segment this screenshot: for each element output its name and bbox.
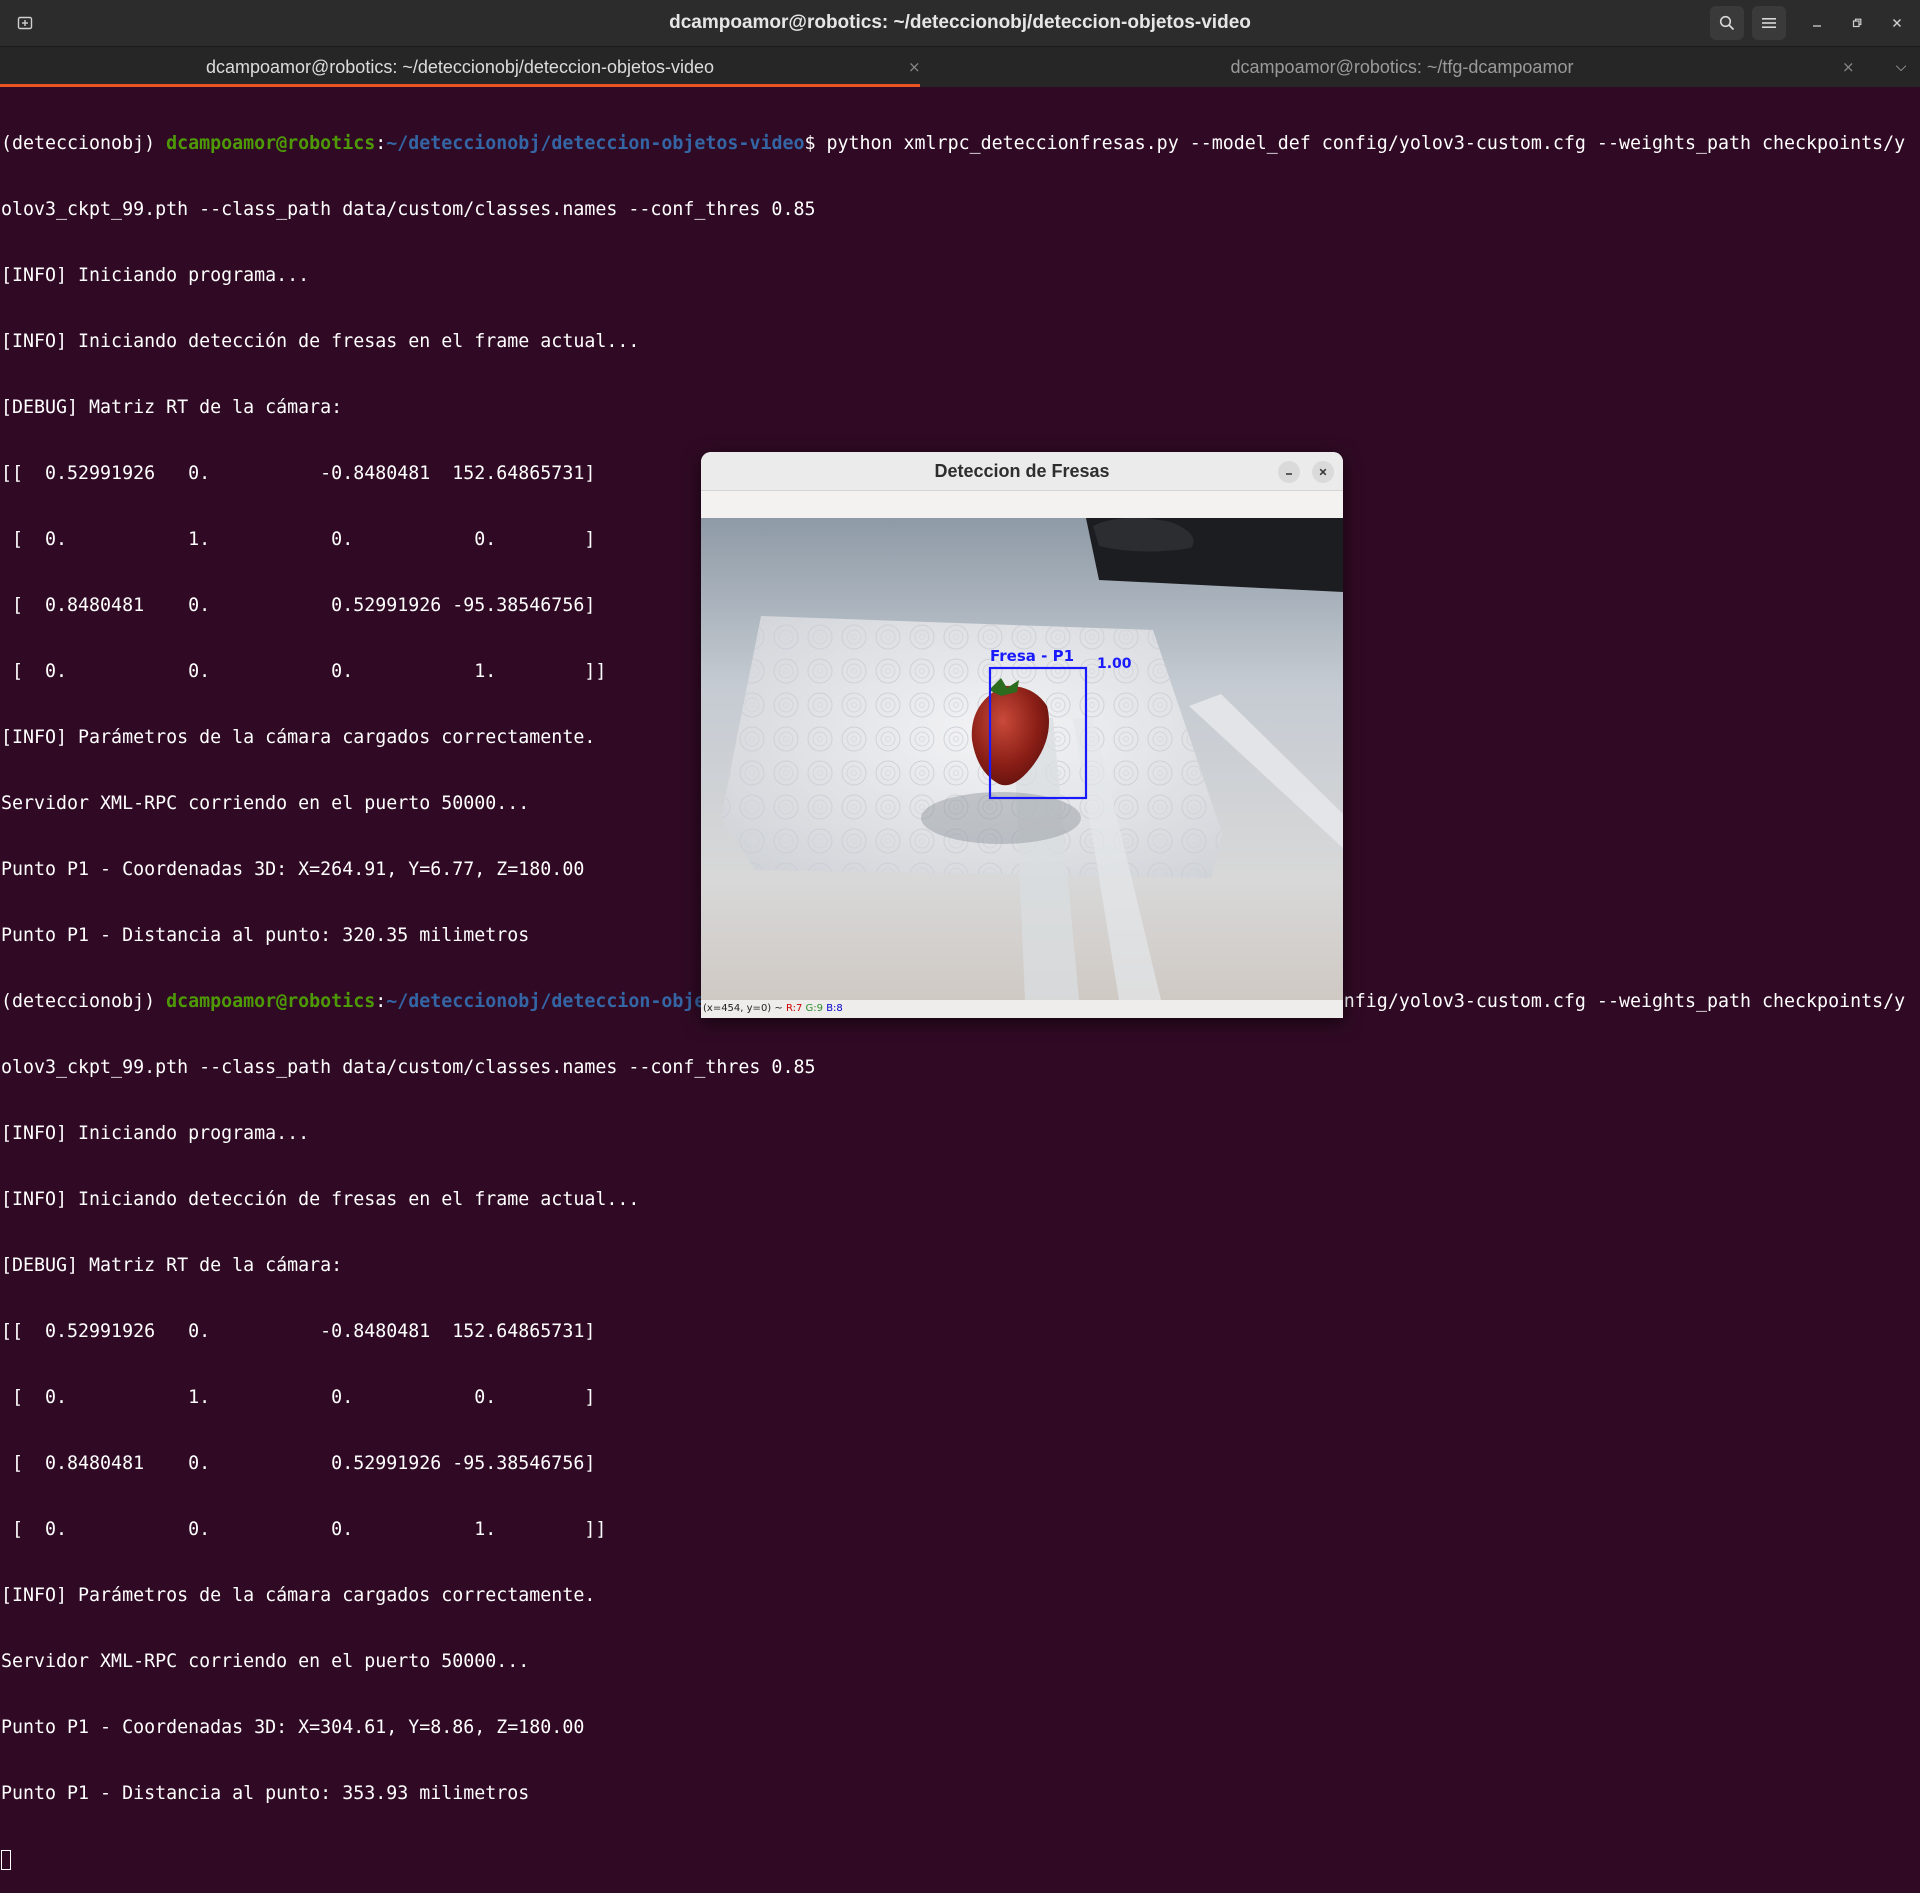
prompt-user: dcampoamor@robotics [166,133,376,154]
dialog-minimize-button[interactable] [1278,461,1300,483]
close-icon [1893,19,1901,27]
pixel-red-value: R:7 [785,1003,803,1014]
tab-bar: dcampoamor@robotics: ~/deteccionobj/dete… [0,47,1920,87]
output-line: Punto P1 - Distancia al punto: 353.93 mi… [1,1783,530,1804]
prompt-env: (deteccionobj) [1,991,167,1012]
search-icon [1719,15,1735,31]
tab-label: dcampoamor@robotics: ~/deteccionobj/dete… [205,57,715,77]
input-line[interactable] [1,1849,1916,1871]
detection-window-title: Deteccion de Fresas [934,461,1110,481]
output-line: [ 0.8480481 0. 0.52991926 -95.38546756] [1,1453,596,1474]
detection-window-titlebar[interactable]: Deteccion de Fresas [701,452,1343,491]
output-line: [INFO] Iniciando programa... [1,1123,310,1144]
output-line: Servidor XML-RPC corriendo en el puerto … [1,1651,530,1672]
detection-score: 1.00 [1097,656,1132,672]
output-line: [INFO] Parámetros de la cámara cargados … [1,1585,596,1606]
prompt-separator: : [375,133,387,154]
minimize-button[interactable] [1806,12,1828,34]
restore-icon [1852,18,1862,28]
output-line: [INFO] Iniciando programa... [1,265,310,286]
tab-deteccion-objetos-video[interactable]: dcampoamor@robotics: ~/deteccionobj/dete… [0,47,920,87]
prompt-dollar: $ [804,133,827,154]
dialog-close-button[interactable] [1312,461,1334,483]
output-line: [DEBUG] Matriz RT de la cámara: [1,1255,343,1276]
tab-label: dcampoamor@robotics: ~/tfg-dcampoamor [1230,57,1574,77]
output-line: [DEBUG] Matriz RT de la cámara: [1,397,343,418]
tab-list-dropdown[interactable]: ⌵ [1886,47,1916,87]
output-line: [ 0. 1. 0. 0. ] [1,1387,596,1408]
prompt-env: (deteccionobj) [1,133,167,154]
close-window-button[interactable] [1886,12,1908,34]
detection-window[interactable]: Deteccion de Fresas Fresa - P1 1.00 (x=4… [701,452,1343,1018]
pixel-info-statusbar: (x=454, y=0) ~ R:7 G:9 B:8 [701,1000,1343,1018]
prompt-separator: : [375,991,387,1012]
command-text: python xmlrpc_deteccionfresas.py --model… [826,133,1906,154]
strawberry-shadow [921,792,1081,844]
output-line: [ 0. 0. 0. 1. ]] [1,1519,607,1540]
tab-tfg-dcampoamor[interactable]: dcampoamor@robotics: ~/tfg-dcampoamor [922,47,1882,87]
detection-label: Fresa - P1 [990,647,1074,665]
menu-button[interactable] [1752,6,1786,40]
pixel-green-value: G:9 [805,1003,823,1014]
output-line: [INFO] Iniciando detección de fresas en … [1,1189,640,1210]
tab-close-button[interactable]: × [908,47,921,87]
minimize-icon [1813,25,1821,27]
output-line: [[ 0.52991926 0. -0.8480481 152.64865731… [1,1321,596,1342]
hamburger-menu-icon [1762,18,1776,28]
tab-close-button[interactable]: × [1842,47,1855,87]
detection-window-toolbar [701,491,1343,518]
output-line: [INFO] Iniciando detección de fresas en … [1,331,640,352]
maximize-button[interactable] [1846,12,1868,34]
close-icon [1319,468,1327,476]
camera-frame-image[interactable]: Fresa - P1 1.00 [701,518,1343,1000]
search-button[interactable] [1710,6,1744,40]
minimize-icon [1286,473,1292,475]
title-bar: dcampoamor@robotics: ~/deteccionobj/dete… [0,0,1920,47]
pixel-blue-value: B:8 [826,1003,843,1014]
prompt-path: ~/deteccionobj/deteccion-objetos-video [386,133,805,154]
command-continuation: olov3_ckpt_99.pth --class_path data/cust… [1,199,816,220]
command-continuation: olov3_ckpt_99.pth --class_path data/cust… [1,1057,816,1078]
prompt-user: dcampoamor@robotics [166,991,376,1012]
terminal-cursor [1,1850,11,1870]
pixel-coordinates: (x=454, y=0) ~ [703,1003,786,1014]
output-line: Punto P1 - Coordenadas 3D: X=304.61, Y=8… [1,1717,585,1738]
prompt-line: (deteccionobj) dcampoamor@robotics:~/det… [1,133,1916,155]
window-title: dcampoamor@robotics: ~/deteccionobj/dete… [669,12,1251,33]
